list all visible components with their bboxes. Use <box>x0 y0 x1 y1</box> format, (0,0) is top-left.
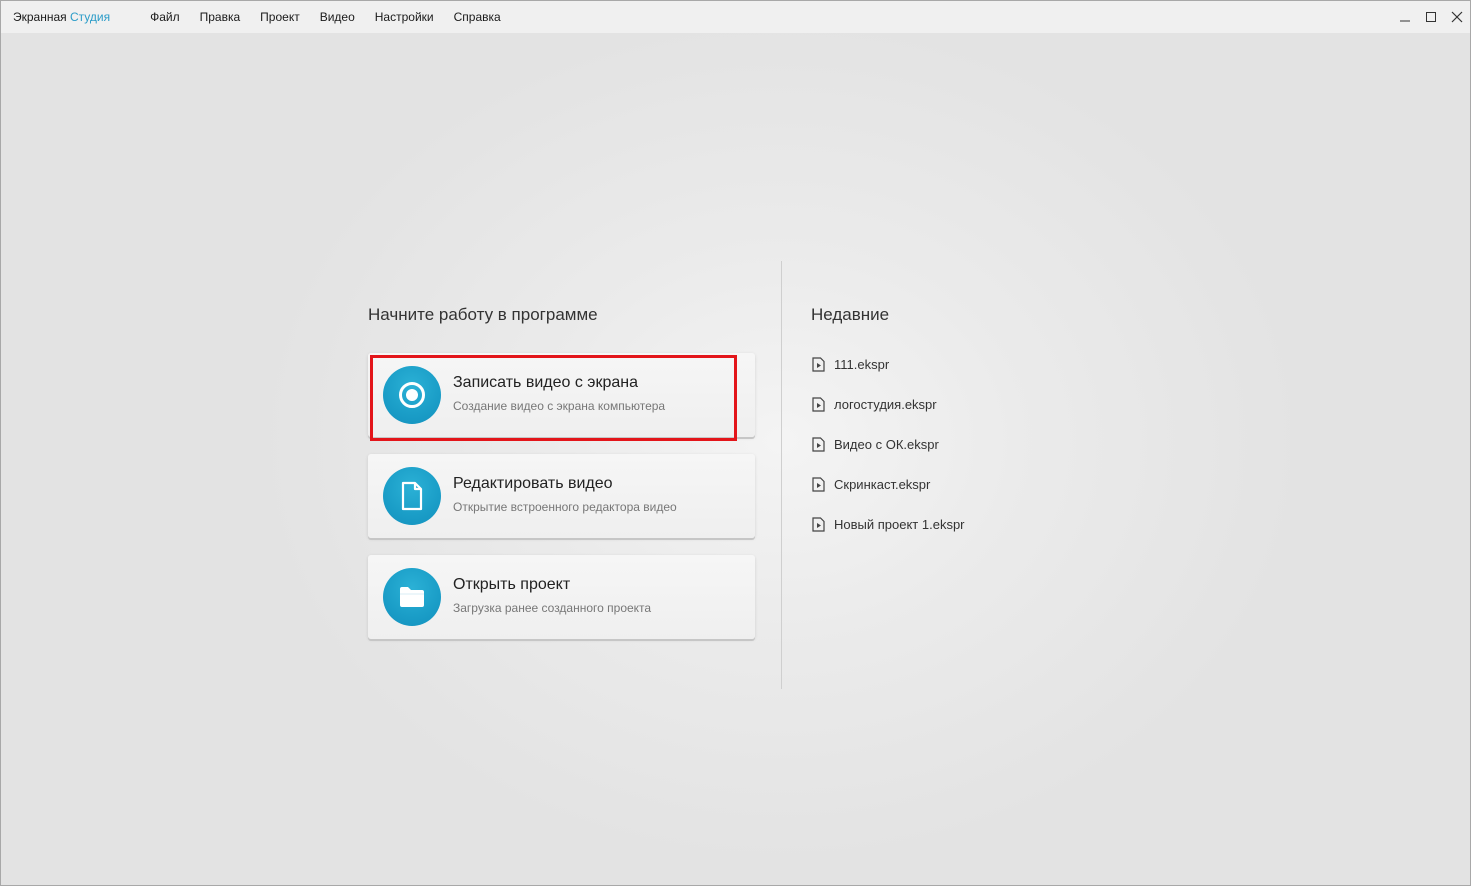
close-button[interactable] <box>1444 1 1470 33</box>
video-file-icon <box>811 436 825 452</box>
app-window: Экранная Студия Файл Правка Проект Видео… <box>0 0 1471 886</box>
minimize-button[interactable] <box>1392 1 1418 33</box>
recent-item-label: 111.ekspr <box>834 356 890 372</box>
record-icon-circle <box>383 366 441 424</box>
card-title: Записать видео с экрана <box>453 374 638 391</box>
recent-item-label: логостудия.ekspr <box>834 396 937 412</box>
recent-section-title: Недавние <box>811 305 890 324</box>
recent-item[interactable]: Видео с ОК.ekspr <box>811 435 939 453</box>
recent-item-label: Видео с ОК.ekspr <box>834 436 939 452</box>
title-bar: Экранная Студия Файл Правка Проект Видео… <box>1 1 1470 33</box>
menu-bar: Файл Правка Проект Видео Настройки Справ… <box>140 1 511 33</box>
app-title-part2: Студия <box>70 10 111 24</box>
menu-edit[interactable]: Правка <box>190 1 251 33</box>
menu-project[interactable]: Проект <box>250 1 310 33</box>
video-file-icon <box>811 516 825 532</box>
card-subtitle: Загрузка ранее созданного проекта <box>453 601 652 615</box>
recent-item[interactable]: 111.ekspr <box>811 355 889 373</box>
video-file-icon <box>811 476 825 492</box>
menu-settings[interactable]: Настройки <box>365 1 444 33</box>
card-title: Открыть проект <box>453 576 571 593</box>
document-icon-circle <box>383 467 441 525</box>
card-title: Редактировать видео <box>453 475 613 492</box>
app-title-part1: Экранная <box>13 10 67 24</box>
recent-item[interactable]: Новый проект 1.ekspr <box>811 515 965 533</box>
folder-icon-circle <box>383 568 441 626</box>
menu-help[interactable]: Справка <box>444 1 511 33</box>
window-controls <box>1392 1 1470 33</box>
video-file-icon <box>811 396 825 412</box>
record-screen-card[interactable]: Записать видео с экрана Создание видео с… <box>368 353 755 437</box>
menu-file[interactable]: Файл <box>140 1 190 33</box>
record-icon <box>399 382 425 408</box>
recent-item-label: Новый проект 1.ekspr <box>834 516 965 532</box>
start-section-title: Начните работу в программе <box>368 305 598 324</box>
folder-icon <box>400 587 424 607</box>
section-divider <box>781 261 782 689</box>
recent-item[interactable]: Скринкаст.ekspr <box>811 475 930 493</box>
edit-video-card[interactable]: Редактировать видео Открытие встроенного… <box>368 454 755 538</box>
video-file-icon <box>811 356 825 372</box>
maximize-button[interactable] <box>1418 1 1444 33</box>
maximize-icon <box>1426 12 1436 22</box>
card-subtitle: Создание видео с экрана компьютера <box>453 399 666 413</box>
recent-item-label: Скринкаст.ekspr <box>834 476 931 492</box>
menu-video[interactable]: Видео <box>310 1 365 33</box>
document-icon <box>401 481 423 511</box>
close-icon <box>1451 11 1463 23</box>
open-project-card[interactable]: Открыть проект Загрузка ранее созданного… <box>368 555 755 639</box>
card-subtitle: Открытие встроенного редактора видео <box>453 500 677 514</box>
recent-item[interactable]: логостудия.ekspr <box>811 395 937 413</box>
minimize-icon <box>1400 20 1410 22</box>
app-title: Экранная Студия <box>13 10 110 24</box>
